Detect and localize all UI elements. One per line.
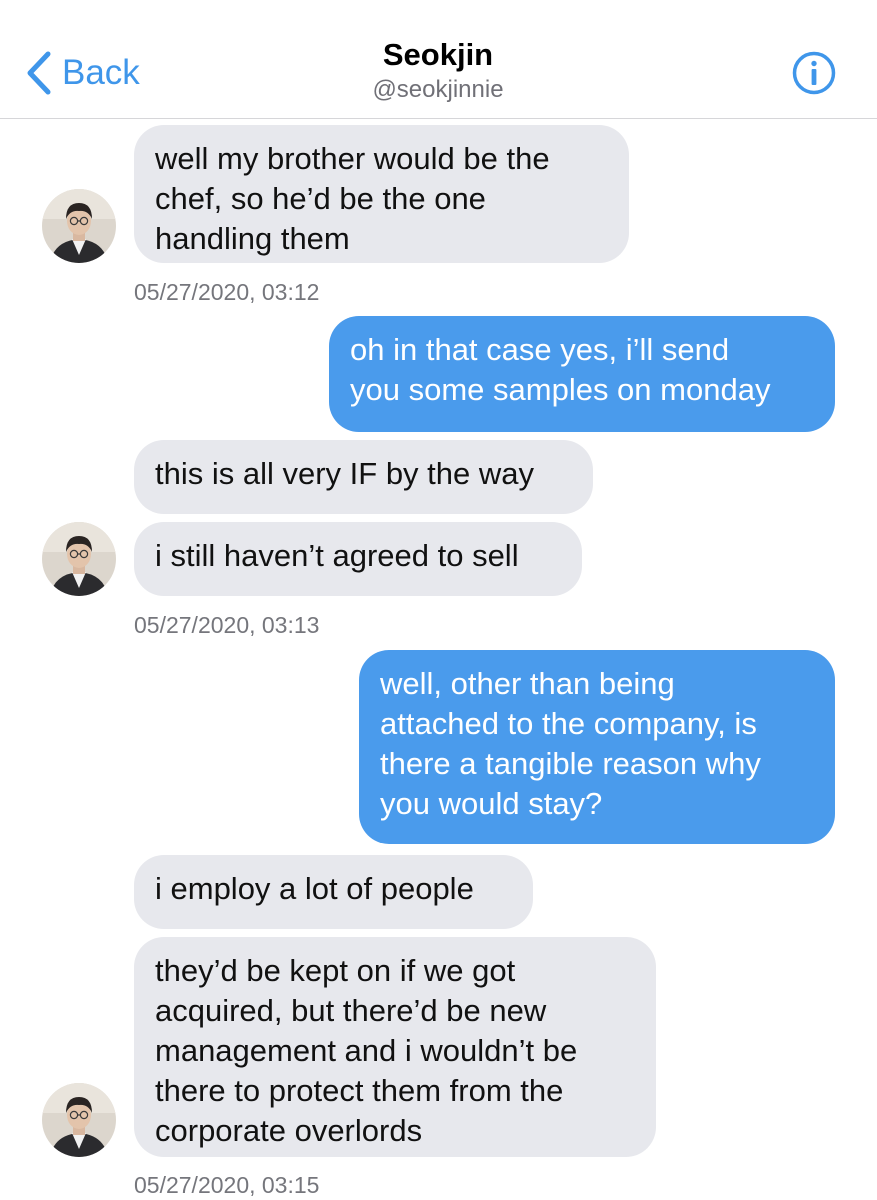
profile-photo — [42, 1083, 116, 1157]
incoming-message-bubble[interactable]: i still haven’t agreed to sell — [134, 522, 582, 596]
avatar[interactable] — [42, 522, 116, 596]
info-button[interactable] — [792, 51, 836, 95]
incoming-message-bubble[interactable]: they’d be kept on if we got acquired, bu… — [134, 937, 656, 1157]
outgoing-message-bubble[interactable]: well, other than being attached to the c… — [359, 650, 835, 844]
info-circle-icon — [792, 51, 836, 95]
avatar[interactable] — [42, 189, 116, 263]
avatar[interactable] — [42, 1083, 116, 1157]
chevron-left-icon — [26, 51, 52, 95]
contact-name: Seokjin — [382, 37, 494, 72]
conversation-title: Seokjin @seokjinnie — [238, 36, 638, 106]
message-timestamp: 05/27/2020, 03:12 — [134, 279, 320, 305]
contact-handle: @seokjinnie — [372, 76, 504, 103]
dm-conversation-screen: Back Seokjin @seokjinnie well my brother… — [0, 0, 877, 1200]
profile-photo — [42, 522, 116, 596]
header-divider — [0, 118, 877, 119]
incoming-message-bubble[interactable]: well my brother would be the chef, so he… — [134, 125, 629, 263]
outgoing-message-bubble[interactable]: oh in that case yes, i’ll send you some … — [329, 316, 835, 432]
back-button[interactable]: Back — [26, 50, 140, 96]
incoming-message-bubble[interactable]: i employ a lot of people — [134, 855, 533, 929]
message-timestamp: 05/27/2020, 03:15 — [134, 1172, 320, 1198]
incoming-message-bubble[interactable]: this is all very IF by the way — [134, 440, 593, 514]
conversation-header: Back Seokjin @seokjinnie — [0, 0, 877, 118]
profile-photo — [42, 189, 116, 263]
back-label: Back — [62, 53, 140, 92]
message-timestamp: 05/27/2020, 03:13 — [134, 612, 320, 638]
